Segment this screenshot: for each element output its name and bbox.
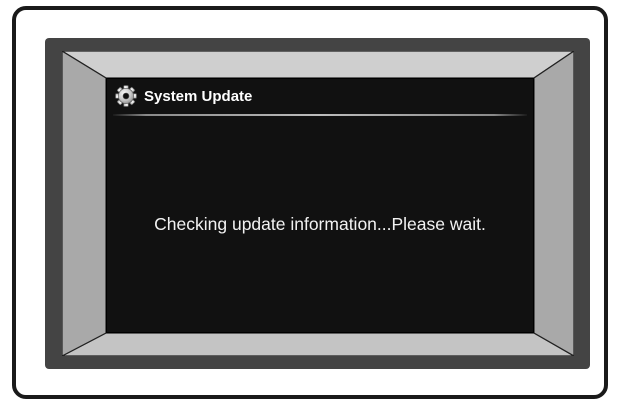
dialog-title-bar: System Update xyxy=(107,79,533,113)
screen: System Update Checking update informatio… xyxy=(106,78,534,333)
status-message: Checking update information...Please wai… xyxy=(154,214,486,234)
dialog-title: System Update xyxy=(144,87,253,105)
gear-icon xyxy=(115,85,137,107)
title-divider xyxy=(113,114,527,116)
